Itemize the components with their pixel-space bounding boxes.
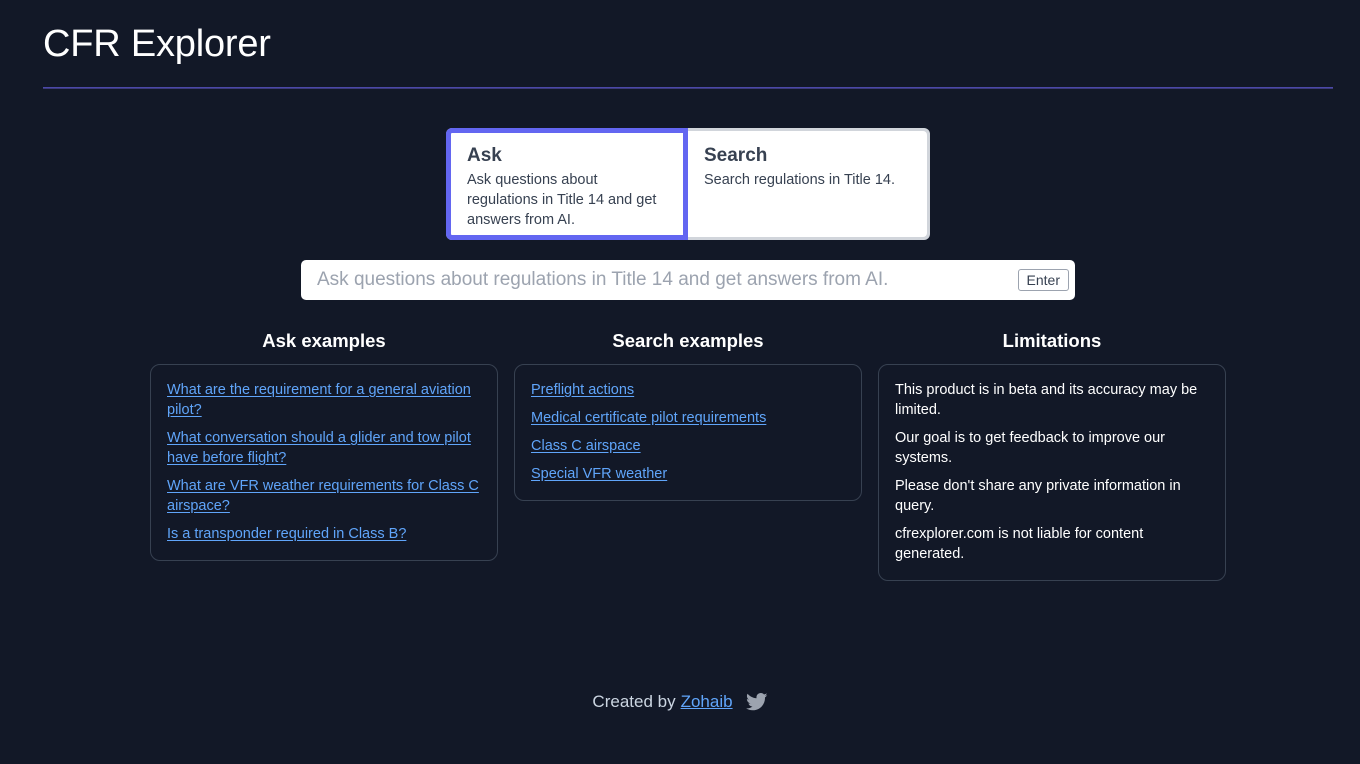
mode-tab-search[interactable]: Search Search regulations in Title 14. [688, 131, 927, 237]
mode-tab-ask-description: Ask questions about regulations in Title… [467, 172, 657, 228]
header: CFR Explorer [43, 20, 1333, 68]
limitations-card: This product is in beta and its accuracy… [878, 364, 1226, 581]
search-example-link[interactable]: Medical certificate pilot requirements [531, 408, 845, 428]
search-example-link[interactable]: Class C airspace [531, 436, 845, 456]
ask-examples-card: What are the requirement for a general a… [150, 364, 498, 561]
mode-switch: Ask Ask questions about regulations in T… [446, 128, 930, 240]
mode-tab-search-description: Search regulations in Title 14. [704, 172, 896, 188]
ask-example-link[interactable]: What are the requirement for a general a… [167, 380, 481, 420]
limitations-section: Limitations This product is in beta and … [878, 328, 1226, 581]
ask-examples-title: Ask examples [262, 330, 386, 351]
enter-button[interactable]: Enter [1017, 269, 1069, 291]
mode-tab-ask-title: Ask [467, 145, 502, 166]
created-by-label: Created by [592, 692, 676, 711]
mode-tab-search-title: Search [704, 145, 768, 166]
query-box: Enter [301, 260, 1075, 300]
header-divider [43, 87, 1333, 89]
limitation-item: cfrexplorer.com is not liable for conten… [895, 526, 1144, 562]
search-examples-card: Preflight actions Medical certificate pi… [514, 364, 862, 501]
ask-example-link[interactable]: What are VFR weather requirements for Cl… [167, 476, 481, 516]
search-examples-section: Search examples Preflight actions Medica… [514, 328, 862, 501]
limitation-item: This product is in beta and its accuracy… [895, 382, 1198, 418]
limitation-item: Please don't share any private informati… [895, 478, 1181, 514]
app-title: CFR Explorer [43, 23, 271, 65]
footer: Created by Zohaib [0, 692, 1360, 712]
search-example-link[interactable]: Preflight actions [531, 380, 845, 400]
twitter-icon[interactable] [745, 693, 768, 711]
ask-example-link[interactable]: What conversation should a glider and to… [167, 428, 481, 468]
limitations-title: Limitations [1002, 330, 1102, 351]
mode-tab-ask[interactable]: Ask Ask questions about regulations in T… [446, 128, 688, 240]
author-link[interactable]: Zohaib [681, 692, 733, 712]
search-example-link[interactable]: Special VFR weather [531, 464, 845, 484]
page: CFR Explorer Ask Ask questions about reg… [0, 0, 1360, 764]
search-examples-title: Search examples [612, 330, 764, 351]
ask-examples-section: Ask examples What are the requirement fo… [150, 328, 498, 561]
query-input[interactable] [301, 260, 1018, 300]
limitation-item: Our goal is to get feedback to improve o… [895, 430, 1166, 466]
ask-example-link[interactable]: Is a transponder required in Class B? [167, 524, 481, 544]
